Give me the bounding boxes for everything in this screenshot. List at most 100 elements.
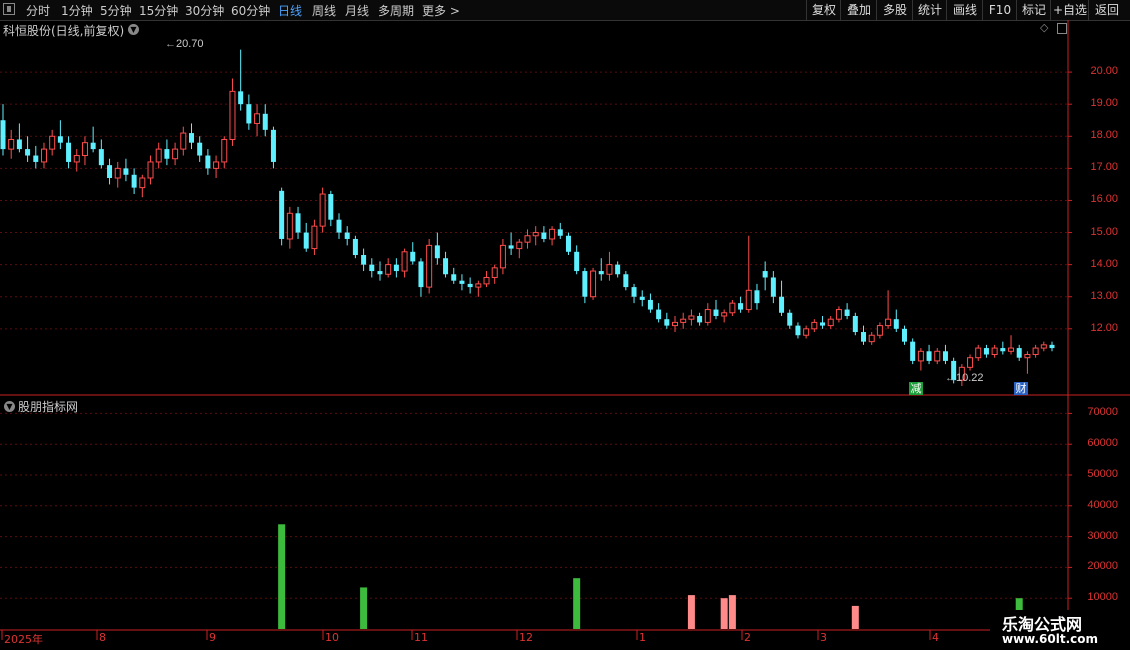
candle (270, 126, 276, 169)
indicator-tick-label: 40000 (1087, 498, 1118, 511)
indicator-tick-label: 60000 (1087, 437, 1118, 450)
candle (1000, 341, 1006, 355)
candle (467, 277, 473, 294)
candle (942, 344, 948, 365)
price-tick-label: 14.00 (1090, 257, 1118, 270)
indicator-bar (573, 578, 581, 629)
date-tick-label: 2 (744, 631, 751, 644)
title-dropdown-icon[interactable]: ▼ (128, 24, 139, 35)
indicator-title: 股朋指标网 (18, 400, 79, 414)
candle (16, 123, 22, 153)
price-tick-label: 16.00 (1090, 193, 1118, 206)
date-tick-label: 10 (325, 631, 339, 644)
candle (434, 232, 440, 265)
candle (827, 315, 834, 329)
candle (205, 149, 211, 175)
candle (975, 344, 982, 361)
candle (147, 155, 154, 185)
candle (107, 158, 113, 185)
panel-toggle-icon[interactable] (1057, 23, 1067, 34)
date-tick-label: 11 (414, 631, 428, 644)
candle (246, 94, 252, 130)
candle (672, 315, 679, 333)
candle (426, 238, 433, 294)
finance-badge[interactable]: 财 (1014, 382, 1028, 395)
date-tick-label: 3 (820, 631, 827, 644)
candle (393, 258, 399, 278)
indicator-bar (728, 595, 736, 629)
candle (631, 283, 637, 304)
price-tick-label: 19.00 (1090, 97, 1118, 110)
candle (238, 49, 244, 111)
reduce-badge[interactable]: 减 (909, 382, 923, 395)
candle (623, 271, 629, 291)
candle (983, 344, 989, 358)
chart-grid (0, 20, 1130, 650)
indicator-tick-label: 50000 (1087, 468, 1118, 480)
candle (213, 155, 220, 178)
candle (385, 258, 392, 278)
candle (221, 136, 228, 169)
candle (811, 319, 818, 333)
price-tick-label: 17.00 (1090, 161, 1118, 174)
candle (844, 303, 850, 320)
diamond-icon[interactable]: ◇ (1040, 21, 1048, 34)
stock-title: 科恒股份(日线,前复权) (3, 24, 125, 38)
candle (697, 312, 703, 326)
candle (262, 104, 268, 137)
candle (606, 251, 613, 281)
watermark: 乐淘公式网 www.60lt.com (990, 610, 1130, 650)
indicator-dropdown-icon[interactable]: ▼ (4, 401, 15, 412)
candle (868, 332, 875, 345)
candle (532, 226, 539, 246)
candle (590, 267, 597, 300)
indicator-bar (360, 587, 368, 629)
candle (770, 271, 776, 304)
candle (25, 136, 31, 162)
candles (0, 49, 1055, 386)
indicator-bar (687, 595, 695, 629)
candle (180, 126, 187, 156)
candle (721, 309, 728, 323)
candle (991, 344, 998, 358)
candle (926, 344, 932, 365)
indicator-bar (720, 598, 728, 629)
candle (549, 226, 556, 246)
candle (81, 136, 88, 166)
candle (336, 213, 342, 239)
candle (418, 258, 424, 297)
candle (787, 309, 793, 329)
candle (401, 248, 408, 278)
candle (885, 290, 892, 329)
candle (443, 251, 449, 278)
candle (688, 309, 695, 326)
candle (57, 120, 63, 150)
candle (1008, 335, 1015, 355)
candle (704, 303, 711, 326)
candle (557, 222, 563, 239)
candle (565, 232, 571, 256)
candle (647, 293, 653, 313)
candle (0, 104, 6, 156)
candle (1040, 341, 1047, 352)
candle (852, 312, 858, 336)
candle (598, 258, 604, 281)
high-price-label: ←20.70 (165, 38, 204, 50)
kline-chart[interactable] (0, 0, 1130, 650)
candle (729, 299, 736, 316)
candle (311, 219, 318, 256)
candle (713, 299, 719, 320)
candle (49, 129, 56, 156)
candle (369, 258, 375, 278)
candle (934, 348, 941, 365)
candle (762, 261, 768, 291)
candle (295, 206, 301, 239)
candle (803, 325, 810, 339)
candle (779, 280, 785, 316)
candle (1049, 341, 1055, 352)
candle (745, 235, 752, 313)
candle (754, 283, 760, 310)
candle (410, 242, 416, 265)
candle (114, 161, 121, 188)
candle (155, 142, 162, 169)
